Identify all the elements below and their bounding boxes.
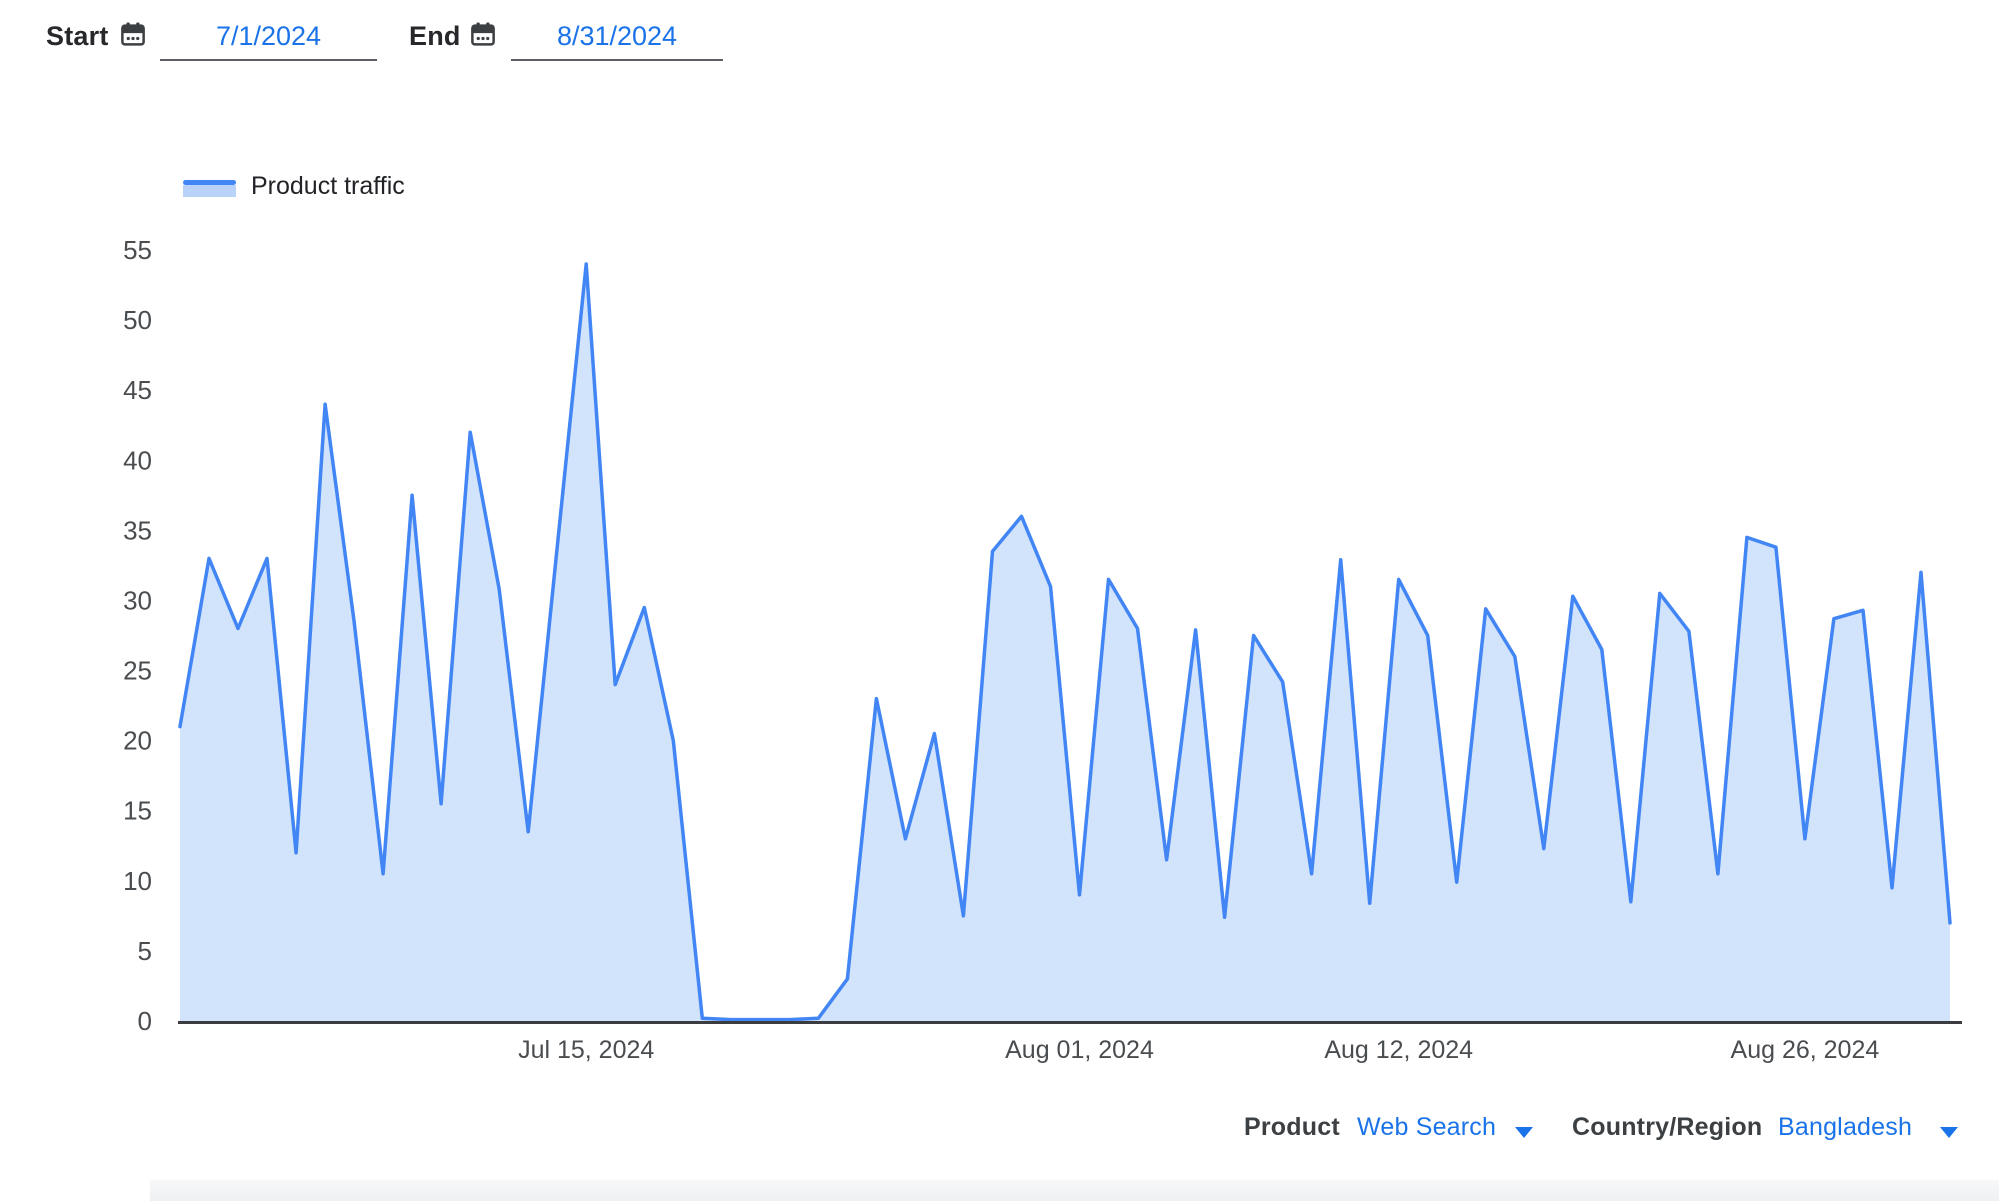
region-filter-value[interactable]: Bangladesh — [1778, 1112, 1912, 1142]
y-tick-label: 45 — [123, 375, 152, 405]
product-filter-label: Product — [1244, 1112, 1340, 1142]
y-tick-label: 40 — [123, 445, 152, 475]
traffic-area-chart[interactable]: 0 5 10 15 20 25 30 35 40 45 50 55 Jul 15, 2024 Aug 01… — [0, 0, 1999, 1201]
y-tick-label: 55 — [123, 235, 152, 265]
y-tick-label: 0 — [138, 1006, 152, 1036]
x-tick-label: Jul 15, 2024 — [518, 1036, 654, 1064]
y-tick-label: 50 — [123, 305, 152, 335]
page: { "date_controls": { "start_label": "Sta… — [0, 0, 1999, 1201]
product-filter-value[interactable]: Web Search — [1357, 1112, 1496, 1142]
y-tick-label: 5 — [138, 936, 152, 966]
product-dropdown-icon[interactable] — [1515, 1127, 1533, 1138]
region-dropdown-icon[interactable] — [1940, 1127, 1958, 1138]
region-filter-label: Country/Region — [1572, 1112, 1762, 1142]
y-tick-label: 15 — [123, 796, 152, 826]
x-tick-label: Aug 26, 2024 — [1731, 1036, 1880, 1064]
y-tick-label: 25 — [123, 656, 152, 686]
y-tick-label: 35 — [123, 515, 152, 545]
next-section-edge — [150, 1180, 1999, 1201]
y-tick-label: 30 — [123, 585, 152, 615]
x-tick-label: Aug 12, 2024 — [1324, 1036, 1473, 1064]
y-tick-label: 20 — [123, 726, 152, 756]
y-tick-label: 10 — [123, 866, 152, 896]
x-tick-label: Aug 01, 2024 — [1005, 1036, 1154, 1064]
area-fill — [180, 264, 1950, 1021]
